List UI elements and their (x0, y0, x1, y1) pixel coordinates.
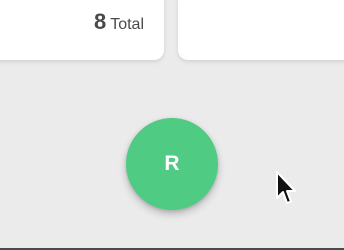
avatar-initial: R (164, 152, 180, 175)
total-card: 8 Total (0, 0, 164, 60)
total-count: 8 (93, 9, 107, 34)
avatar-button[interactable]: R (126, 118, 218, 210)
mouse-pointer-icon (276, 171, 296, 204)
screen: 8 Total R (0, 0, 344, 250)
total-label: Total (110, 16, 144, 33)
secondary-card (178, 0, 344, 60)
total-summary: 8 Total (94, 9, 144, 35)
